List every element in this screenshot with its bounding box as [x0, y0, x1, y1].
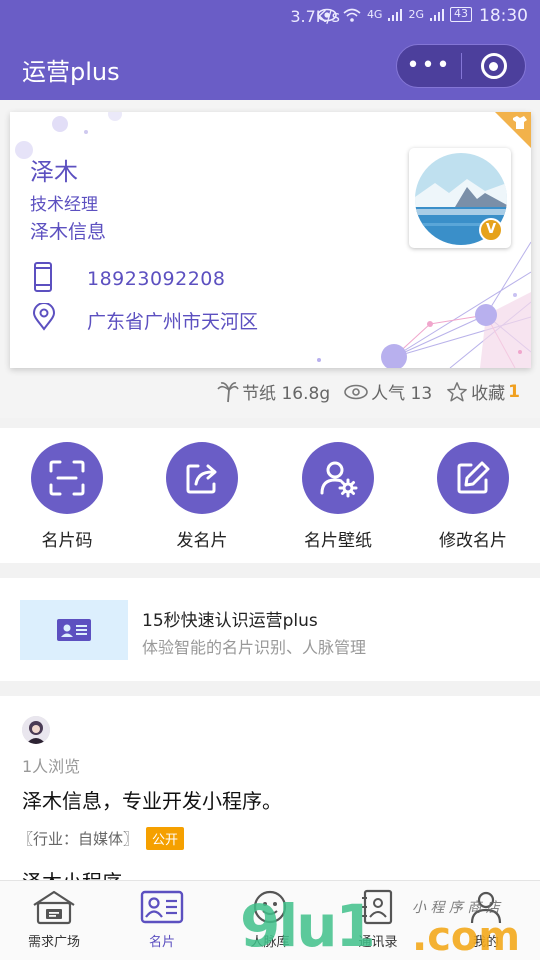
- card-code-circle: [31, 442, 103, 514]
- close-miniprogram-button[interactable]: [462, 53, 525, 79]
- tab-mine-label: 我的: [472, 935, 499, 950]
- edit-pencil-icon: [457, 461, 490, 494]
- card-code-button[interactable]: 名片码: [7, 442, 127, 551]
- tab-demand-square-label: 需求广场: [27, 935, 80, 950]
- edit-card-circle: [437, 442, 509, 514]
- paper-saved-label: 节纸 16.8g: [242, 384, 331, 404]
- tab-contacts-library-label: 人脉库: [250, 935, 290, 950]
- tab-card-label: 名片: [148, 935, 175, 950]
- target-circle-icon: [480, 53, 507, 79]
- card-name: 泽木: [30, 158, 78, 186]
- card-stats: 节纸 16.8g 人气 13 收藏 1: [217, 379, 520, 404]
- eye-icon: [317, 8, 337, 21]
- palm-tree-icon: [217, 381, 239, 402]
- view-count: 1人浏览: [22, 757, 81, 776]
- send-card-circle: [166, 442, 238, 514]
- card-wallpaper-circle: [302, 442, 374, 514]
- status-bar: 3.7K/s 4G 2G 43 18:30: [0, 0, 540, 34]
- card-address[interactable]: 广东省广州市天河区: [87, 307, 258, 334]
- share-arrow-icon: [186, 464, 217, 494]
- promo-title: 15秒快速认识运营plus: [142, 611, 318, 631]
- battery-indicator: 43: [450, 7, 472, 22]
- location-pin-icon: [32, 303, 56, 331]
- card-company: 泽木信息: [30, 221, 107, 243]
- top-bar: 3.7K/s 4G 2G 43 18:30 运营plus •••: [0, 0, 540, 100]
- send-card-label: 发名片: [176, 531, 228, 551]
- signal-bars-icon-2: [430, 8, 444, 21]
- corner-shirt-badge: [495, 112, 531, 148]
- tab-address-book-label: 通讯录: [358, 935, 398, 950]
- card-code-label: 名片码: [41, 531, 93, 551]
- action-grid: 名片码 发名片 名片壁纸 修改名片: [0, 428, 540, 563]
- card-avatar[interactable]: V: [409, 148, 511, 248]
- popularity-stat: 人气 13: [344, 379, 432, 404]
- page-title: 运营plus: [22, 58, 120, 86]
- tab-address-book[interactable]: 通讯录: [333, 889, 423, 950]
- favorites-count: 1: [508, 381, 520, 402]
- viewer-avatar-image: [22, 716, 50, 744]
- address-book-icon: [362, 889, 393, 925]
- star-icon: [447, 381, 468, 401]
- id-card-icon: [57, 619, 91, 641]
- verified-badge: V: [479, 218, 503, 242]
- status-icons: 4G 2G 43: [317, 7, 472, 22]
- tab-demand-square[interactable]: 需求广场: [9, 889, 99, 950]
- tab-mine[interactable]: 我的: [441, 889, 531, 950]
- user-gear-icon: [320, 461, 358, 498]
- edit-card-label: 修改名片: [439, 531, 507, 551]
- industry-label: 〖行业：自媒体〗: [18, 830, 139, 848]
- favorites-label: 收藏: [471, 384, 506, 404]
- signal-bars-icon: [388, 8, 403, 21]
- card-wallpaper-label: 名片壁纸: [304, 531, 372, 551]
- post-meta: 〖行业：自媒体〗 公开: [18, 827, 185, 850]
- business-card[interactable]: 泽木 技术经理 泽木信息 18923092208 广东省广州市天河区 V: [10, 112, 531, 368]
- send-card-button[interactable]: 发名片: [142, 442, 262, 551]
- card-phone-number[interactable]: 18923092208: [87, 268, 225, 290]
- bottom-tab-bar: 需求广场 名片 人脉库 通讯录 我的: [0, 880, 540, 960]
- miniprogram-capsule: •••: [396, 44, 526, 88]
- phone-icon: [34, 262, 52, 292]
- card-icon: [140, 890, 184, 924]
- visibility-tag: 公开: [146, 827, 185, 850]
- favorites-stat[interactable]: 收藏 1: [446, 379, 520, 404]
- popularity-label: 人气 13: [371, 384, 433, 404]
- eye-icon: [344, 384, 368, 399]
- card-wallpaper-button[interactable]: 名片壁纸: [278, 442, 398, 551]
- intro-banner[interactable]: 15秒快速认识运营plus 体验智能的名片识别、人脉管理: [0, 578, 540, 681]
- card-job-title: 技术经理: [30, 195, 98, 215]
- edit-card-button[interactable]: 修改名片: [413, 442, 533, 551]
- tab-card[interactable]: 名片: [117, 889, 207, 950]
- wifi-icon: [343, 8, 361, 22]
- card-section: 泽木 技术经理 泽木信息 18923092208 广东省广州市天河区 V 节纸 …: [0, 100, 540, 418]
- store-icon: [33, 890, 75, 925]
- signal-label-2g: 2G: [408, 8, 424, 21]
- scan-frame-icon: [49, 460, 85, 496]
- post-text: 泽木信息，专业开发小程序。: [22, 789, 282, 813]
- tab-contacts-library[interactable]: 人脉库: [225, 889, 315, 950]
- paper-saved-stat: 节纸 16.8g: [217, 379, 330, 404]
- contacts-icon: [253, 890, 287, 924]
- more-menu-button[interactable]: •••: [397, 44, 461, 88]
- status-time: 18:30: [479, 6, 528, 26]
- viewer-avatar[interactable]: [22, 716, 50, 744]
- promo-thumbnail: [20, 600, 128, 660]
- profile-icon: [470, 891, 502, 924]
- signal-label-4g: 4G: [366, 8, 383, 21]
- promo-subtitle: 体验智能的名片识别、人脉管理: [142, 638, 367, 657]
